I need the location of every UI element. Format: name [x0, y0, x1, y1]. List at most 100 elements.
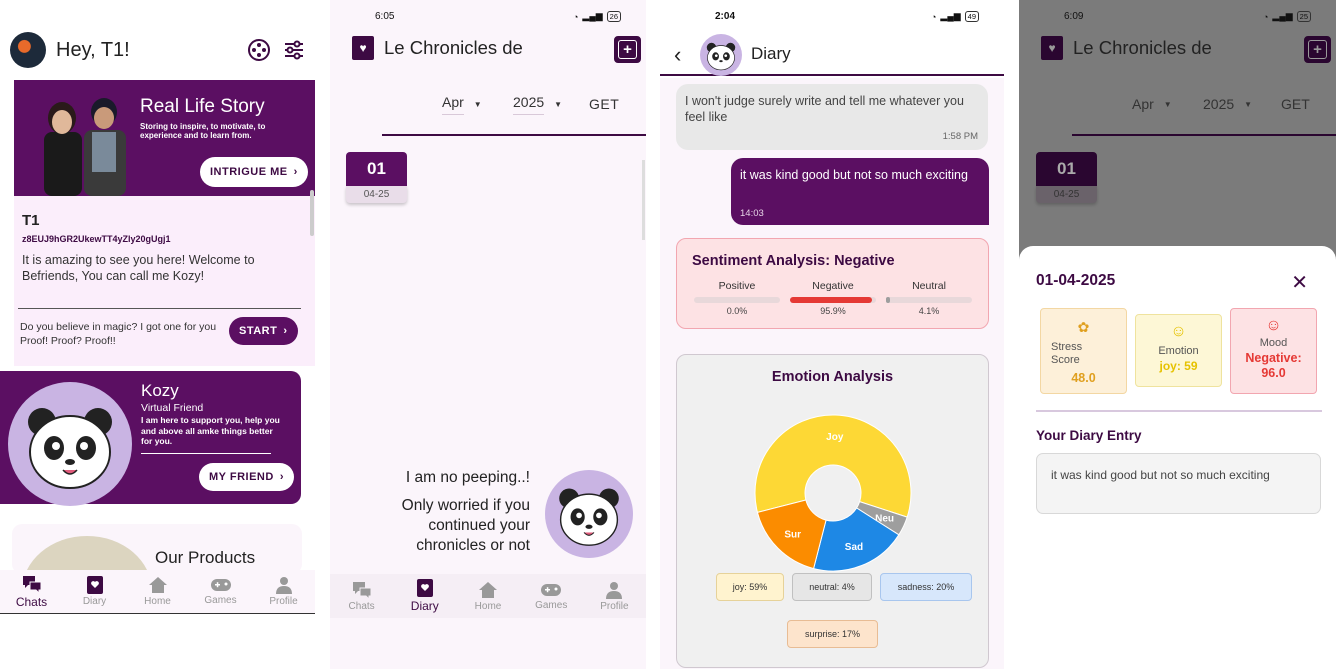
caret-down-icon: ▼ — [554, 99, 563, 109]
kozy-card[interactable]: Kozy Virtual Friend I am here to support… — [0, 371, 301, 506]
nav-diary[interactable]: Diary — [63, 570, 126, 613]
chevron-right-icon: › — [283, 325, 288, 337]
greeting: Hey, T1! — [56, 38, 130, 61]
diary-screen: 6:05 ◔ ▂▄▆ 26 ♥ Le Chronicles de + Apr ▼… — [330, 0, 646, 669]
sentiment-bar-negative — [790, 297, 876, 303]
chevron-right-icon: › — [279, 471, 284, 483]
emotion-title: Emotion Analysis — [771, 369, 894, 385]
nav-chats[interactable]: Chats — [0, 570, 63, 613]
nav-label: Games — [535, 599, 568, 611]
stress-label-1: Stress — [1051, 341, 1083, 353]
scrollbar[interactable] — [310, 190, 314, 236]
intrigue-me-button[interactable]: INTRIGUE ME › — [200, 157, 308, 187]
add-entry-button[interactable]: + — [1304, 36, 1331, 63]
sentiment-title: Sentiment Analysis: Negative — [692, 253, 895, 269]
status-time: 6:05 — [375, 11, 395, 22]
sentiment-bar-positive — [694, 297, 780, 303]
nav-home[interactable]: Home — [126, 570, 189, 613]
peep-line-3: continued your — [428, 517, 530, 534]
kozy-role: Virtual Friend — [141, 402, 204, 414]
panda-icon — [559, 488, 619, 546]
chats-icon — [352, 581, 372, 599]
scrollbar[interactable] — [642, 160, 645, 240]
nav-profile[interactable]: Profile — [583, 574, 646, 618]
incoming-message: I won't judge surely write and tell me w… — [676, 84, 988, 150]
diary-icon — [86, 576, 103, 594]
profile-icon — [606, 581, 623, 599]
app-title: ♥ Le Chronicles de — [1041, 36, 1212, 60]
diary-entry-tile[interactable]: 01 04-25 — [1036, 152, 1097, 206]
year-select[interactable]: 2025 ▼ — [513, 94, 563, 115]
battery-level: 49 — [964, 11, 979, 22]
home-icon — [479, 581, 497, 598]
film-reel-icon[interactable] — [247, 38, 271, 62]
message-time: 1:58 PM — [942, 131, 978, 142]
month-select[interactable]: Apr ▼ — [1132, 94, 1172, 114]
signal-icon: ▂▄▆ — [582, 11, 603, 21]
smile-icon: ☺ — [1170, 323, 1187, 340]
signal-icon: ▂▄▆ — [940, 11, 961, 21]
avatar[interactable] — [10, 32, 46, 68]
profile-welcome-box: T1 z8EUJ9hGR2UkewTT4yZly20gUgj1 It is am… — [14, 196, 315, 366]
nav-games[interactable]: Games — [189, 570, 252, 613]
nav-label: Profile — [269, 596, 298, 607]
sliders-icon[interactable] — [283, 38, 305, 62]
peep-line-2: Only worried if you — [401, 497, 530, 514]
real-life-title: Real Life Story — [140, 96, 265, 117]
wifi-icon: ◔ — [1262, 11, 1269, 22]
home-header: Hey, T1! — [10, 30, 305, 70]
nav-home[interactable]: Home — [456, 574, 519, 618]
close-icon[interactable]: ✕ — [1291, 270, 1308, 295]
welcome-message: It is amazing to see you here! Welcome t… — [22, 253, 255, 283]
sentiment-card: Sentiment Analysis: Negative Positive Ne… — [676, 238, 989, 329]
get-button[interactable]: GET — [589, 94, 619, 114]
add-entry-button[interactable]: + — [614, 36, 641, 63]
kozy-name: Kozy — [141, 381, 179, 400]
nav-profile[interactable]: Profile — [252, 570, 315, 613]
start-button[interactable]: START › — [229, 317, 298, 345]
plus-icon: + — [618, 40, 637, 59]
get-button[interactable]: GET — [1281, 94, 1310, 114]
nav-games[interactable]: Games — [520, 574, 583, 618]
nav-label: Home — [474, 600, 502, 612]
year-select[interactable]: 2025 ▼ — [1203, 94, 1252, 114]
stress-score-card: ✿ Stress Score 48.0 — [1040, 308, 1127, 394]
divider — [18, 308, 301, 309]
nav-diary[interactable]: Diary — [393, 574, 456, 618]
message-time: 14:03 — [740, 208, 764, 219]
nav-chats[interactable]: Chats — [330, 574, 393, 618]
panda-icon — [706, 42, 736, 71]
peep-line-1: I am no peeping..! — [405, 469, 530, 486]
chat-title: Diary — [751, 44, 791, 63]
tag-joy: joy: 59% — [716, 573, 784, 601]
nav-label: Chats — [15, 594, 48, 609]
get-label: GET — [1281, 96, 1310, 112]
divider — [141, 453, 271, 454]
bottom-nav: Chats Diary Home Games Profile — [330, 574, 646, 618]
products-card[interactable]: Our Products — [12, 524, 302, 574]
real-life-story-card[interactable]: Real Life Story Storing to inspire, to m… — [14, 80, 315, 196]
nav-label: Diary — [82, 596, 107, 607]
wifi-icon: ◔ — [930, 11, 937, 22]
message-text: I won't judge surely write and tell me w… — [685, 94, 964, 124]
home-screen: Hey, T1! Real Life Story Storing to insp… — [0, 0, 315, 669]
get-label: GET — [589, 96, 620, 112]
real-life-subtitle: Storing to inspire, to motivate, to expe… — [140, 122, 266, 140]
chevron-right-icon: › — [293, 166, 298, 178]
back-arrow-icon[interactable]: ‹ — [674, 42, 681, 68]
nav-label: Chats — [348, 600, 375, 612]
status-time: 6:09 — [1064, 11, 1084, 22]
mood-value: 96.0 — [1261, 366, 1286, 380]
home-icon — [148, 577, 167, 593]
mood-value-label: Negative: — [1245, 351, 1302, 365]
wifi-icon: ◔ — [572, 11, 579, 22]
nav-label: Diary — [410, 599, 439, 613]
donut-label-sad: Sad — [845, 542, 863, 553]
nav-label: Profile — [600, 600, 629, 612]
diary-entry-tile[interactable]: 01 04-25 — [346, 152, 407, 206]
diary-icon — [416, 579, 433, 597]
status-bar: 2:04 ◔ ▂▄▆ 49 — [660, 9, 1004, 25]
diary-entry-text: it was kind good but not so much excitin… — [1051, 468, 1270, 482]
my-friend-button[interactable]: MY FRIEND › — [199, 463, 294, 491]
month-select[interactable]: Apr ▼ — [442, 94, 482, 115]
